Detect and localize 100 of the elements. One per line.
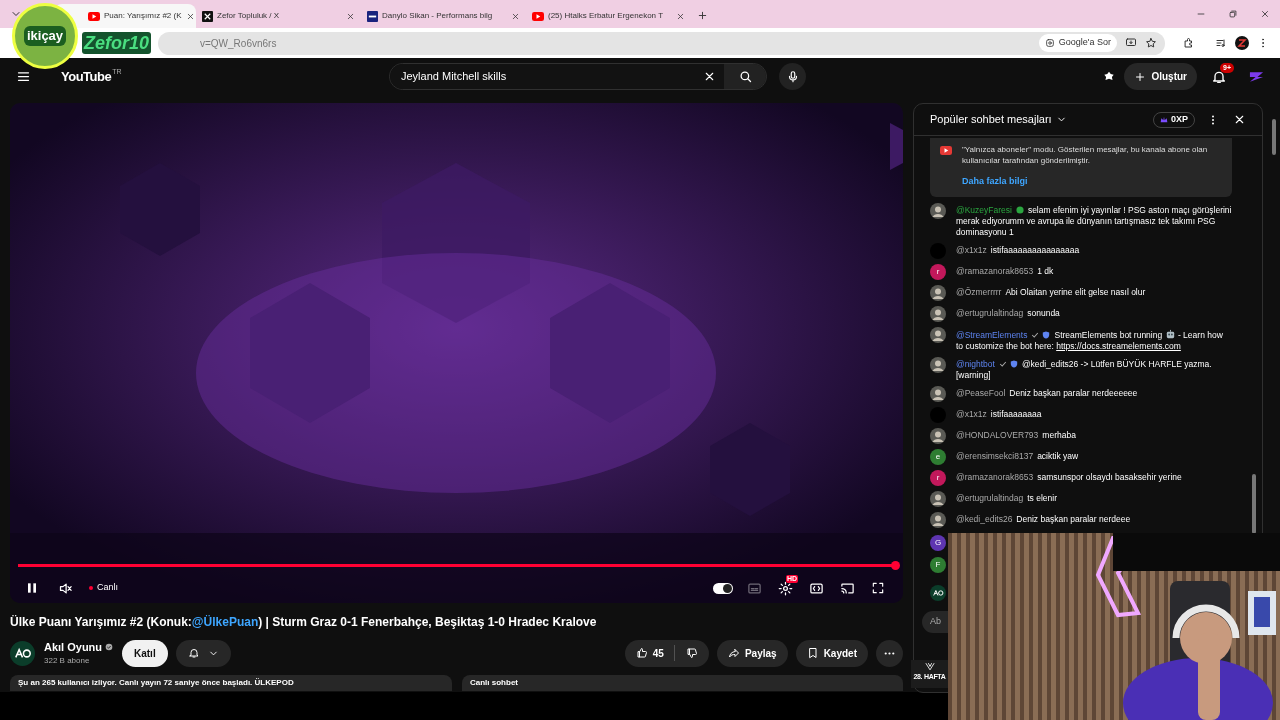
chat-mode-dropdown[interactable]: Popüler sohbet mesajları <box>930 111 1067 128</box>
thumbs-up-icon <box>635 647 648 659</box>
message-link[interactable]: https://docs.streamelements.com <box>1056 341 1181 351</box>
create-button[interactable]: Oluştur <box>1124 63 1197 90</box>
logo-text: ikiçay <box>23 26 67 46</box>
user-avatar[interactable] <box>930 491 946 507</box>
user-avatar[interactable] <box>930 512 946 528</box>
learn-more-link[interactable]: Daha fazla bilgi <box>962 175 1218 189</box>
bookmark-icon <box>806 647 819 659</box>
shield-icon <box>1009 360 1018 368</box>
subscriber-count: 322 B abone <box>44 655 91 668</box>
user-avatar[interactable] <box>930 327 946 343</box>
description-card[interactable]: Şu an 265 kullanıcı izliyor. Canlı yayın 72 saniye önce başladı. ÜLKEPOD <box>10 675 452 691</box>
voice-search-button[interactable] <box>779 63 806 90</box>
check-icon <box>1031 331 1040 339</box>
scrubber-handle[interactable] <box>891 561 900 570</box>
x-logo-icon <box>202 10 213 22</box>
youtube-logo[interactable]: YouTube <box>61 66 112 87</box>
restore-icon[interactable] <box>1228 9 1238 19</box>
chat-message: @ramazanorak8653 samsunspor olsaydı basaksehir yerine <box>956 472 1182 483</box>
user-avatar[interactable]: e <box>930 449 946 465</box>
browser-tab[interactable]: Danylo Sikan - Performans bilg <box>361 4 526 28</box>
fullscreen-icon[interactable] <box>871 581 885 595</box>
autoplay-toggle[interactable] <box>713 582 733 594</box>
user-avatar[interactable] <box>930 285 946 301</box>
browser-tab[interactable]: Zefor Topluluk / X <box>196 4 361 28</box>
chat-message: @kedi_edits26 Deniz başkan paralar nerdeee <box>956 514 1131 525</box>
tab-title: (25) Htalks Erbatur Ergenekon T <box>548 10 664 22</box>
notification-button[interactable] <box>175 639 231 667</box>
channel-avatar[interactable] <box>10 640 35 666</box>
chat-message: @ertugrulaltindag sonunda <box>956 308 1060 319</box>
thumbs-down-icon <box>685 647 698 659</box>
user-avatar[interactable]: G <box>930 534 946 551</box>
close-icon[interactable] <box>1233 113 1246 126</box>
tab-title: Danylo Sikan - Performans bilg <box>382 10 494 22</box>
user-avatar[interactable] <box>930 386 946 402</box>
chat-input-field[interactable]: Ab <box>922 610 948 633</box>
notice-text: "Yalnızca aboneler" modu. Gösterilen mesajlar, bu kanala abone olan kullanıcılar tarafından gönderilmiştir. <box>962 144 1209 166</box>
streamer-name: Zefor10 <box>82 32 152 54</box>
media-queue-icon[interactable] <box>1215 37 1227 49</box>
extensions-icon[interactable] <box>1183 37 1195 49</box>
crown-icon <box>1160 116 1168 123</box>
menu-icon[interactable] <box>16 69 31 84</box>
user-avatar[interactable] <box>930 203 946 219</box>
cast-icon[interactable] <box>840 580 855 596</box>
account-avatar[interactable] <box>1249 70 1264 83</box>
user-avatar[interactable] <box>930 306 946 322</box>
chat-message: @erensimsekci8137 aciktik yaw <box>956 451 1079 462</box>
save-button[interactable]: Kaydet <box>795 639 868 667</box>
video-title: Ülke Puanı Yarışımız #2 (Konuk:@ÜlkePuan) | Sturm Graz 0-1 Fenerbahçe, Beşiktaş 1-0 Hradec Kralove <box>10 614 598 631</box>
member-badge-icon <box>1015 206 1024 214</box>
chat-message: @KuzeyFaresi selam efenim iyi yayınlar ! PSG aston maçı görüşlerini merak ediyorumm ve avrupa ile dünyanın tartışmasız tek takımı PSG dominasyonu 1 <box>956 205 1232 238</box>
user-avatar[interactable]: r <box>930 264 946 280</box>
settings-icon[interactable] <box>778 580 793 596</box>
plus-icon <box>1134 70 1147 83</box>
chat-message: @PeaseFool Deniz başkan paralar nerdeeeeee <box>956 388 1138 399</box>
join-button[interactable]: Katıl <box>122 639 168 667</box>
star-icon[interactable] <box>1145 37 1157 49</box>
address-bar[interactable]: v=QW_Ro6vn6rs Google'a Sor <box>158 31 1165 55</box>
live-chat-card[interactable]: Canlı sohbet <box>462 675 903 691</box>
chat-message: @ramazanorak8653 1 dk <box>956 266 1054 277</box>
chat-message: @ertugrulaltindag ts elenir <box>956 493 1057 504</box>
chat-message: @nightbot @kedi_edits26 -> Lütfen BÜYÜK HARFLE yazma. [warning] <box>956 359 1213 381</box>
url-text: v=QW_Ro6vn6rs <box>200 36 278 51</box>
live-label: Canlı <box>97 581 118 595</box>
ask-google-chip[interactable]: Google'a Sor <box>1038 34 1117 52</box>
bell-icon <box>187 647 200 659</box>
new-tab-icon[interactable] <box>697 10 708 21</box>
video-play-icon <box>532 11 544 21</box>
user-avatar <box>930 584 946 601</box>
share-icon <box>727 647 740 659</box>
install-icon[interactable] <box>1125 37 1137 49</box>
tab-title: Zefor Topluluk / X <box>217 10 281 22</box>
user-avatar[interactable]: r <box>930 470 946 486</box>
share-button[interactable]: Paylaş <box>716 639 788 667</box>
profile-avatar[interactable] <box>1235 36 1249 50</box>
video-play-icon <box>940 146 952 155</box>
view-info: Şu an 265 kullanıcı izliyor. Canlı yayın 72 saniye önce başladı. ÜLKEPOD <box>18 678 295 688</box>
user-avatar[interactable]: F <box>930 556 946 573</box>
shield-icon <box>1042 331 1051 339</box>
chat-message: @StreamElements StreamElements bot running - Learn how to customize the bot here: https://docs.streamelements.com <box>956 329 1224 352</box>
chat-message: @Özmerrrrr Abi Olaitan yerine elit gelse nasıl olur <box>956 287 1146 298</box>
subtitles-icon[interactable] <box>747 580 762 596</box>
league-logo-icon <box>924 662 935 671</box>
channel-name[interactable]: Akıl Oyunu <box>44 638 103 656</box>
check-icon <box>998 360 1007 368</box>
user-avatar[interactable] <box>930 428 946 444</box>
tab-title: Puan: Yarışımız #2 (K <box>104 10 182 22</box>
user-avatar[interactable] <box>930 357 946 373</box>
channel-mention-link[interactable]: @ÜlkePuan <box>191 615 259 629</box>
robot-icon <box>1164 329 1176 340</box>
lens-icon <box>1044 38 1055 48</box>
video-play-icon <box>88 11 100 21</box>
chat-message: @x1x1z istifaaaaaaaa <box>956 409 1042 420</box>
site-favicon-icon <box>367 10 378 22</box>
miniplayer-icon[interactable] <box>809 580 824 596</box>
card-heading: Canlı sohbet <box>470 678 519 688</box>
chat-message: @HONDALOVER793 merhaba <box>956 430 1076 441</box>
browser-tab[interactable]: (25) Htalks Erbatur Ergenekon T <box>526 4 691 28</box>
chat-message: @x1x1z istifaaaaaaaaaaaaaaaa <box>956 245 1080 256</box>
